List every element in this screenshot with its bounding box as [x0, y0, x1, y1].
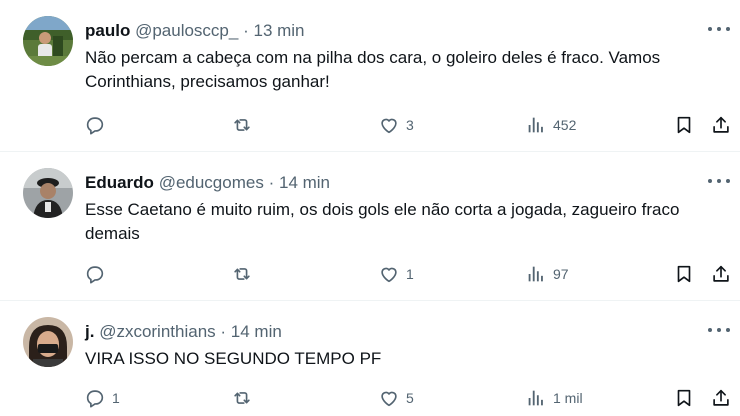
reply-icon [86, 390, 104, 408]
bookmark-button[interactable] [673, 383, 695, 413]
tweet-header: Eduardo @educgomes · 14 min [85, 172, 330, 194]
action-bar: 1 97 [0, 259, 740, 289]
reply-tweet-eduardo[interactable]: Eduardo @educgomes · 14 min Esse Caetano… [0, 152, 740, 301]
like-count: 3 [406, 117, 414, 133]
tweet-text: VIRA ISSO NO SEGUNDO TEMPO PF [85, 349, 382, 368]
bookmark-icon [677, 116, 691, 134]
display-name[interactable]: paulo [85, 21, 130, 40]
reply-icon [86, 117, 104, 135]
views-button[interactable]: 1 mil [525, 383, 583, 413]
user-handle[interactable]: @paulosccp_ [135, 21, 238, 40]
like-button[interactable]: 5 [378, 383, 414, 413]
more-icon[interactable] [708, 174, 730, 188]
tweet-header: j. @zxcorinthians · 14 min [85, 321, 282, 343]
display-name[interactable]: j. [85, 322, 94, 341]
separator-dot: · [220, 322, 227, 341]
views-count: 97 [553, 266, 569, 282]
action-bar: 3 452 [0, 110, 740, 140]
share-button[interactable] [710, 110, 732, 140]
heart-icon [381, 118, 397, 134]
reply-button[interactable] [84, 110, 112, 140]
retweet-icon [234, 268, 250, 280]
retweet-icon [234, 119, 250, 131]
more-icon[interactable] [708, 323, 730, 337]
tweet-header: paulo @paulosccp_ · 13 min [85, 20, 305, 42]
like-button[interactable]: 3 [378, 110, 414, 140]
views-icon [528, 390, 543, 406]
user-handle[interactable]: @zxcorinthians [99, 322, 215, 341]
share-button[interactable] [710, 259, 732, 289]
share-button[interactable] [710, 383, 732, 413]
share-icon [713, 116, 729, 133]
user-handle[interactable]: @educgomes [159, 173, 264, 192]
bookmark-button[interactable] [673, 259, 695, 289]
like-count: 1 [406, 266, 414, 282]
views-icon [528, 266, 543, 282]
views-count: 452 [553, 117, 577, 133]
views-count: 1 mil [553, 390, 583, 406]
like-count: 5 [406, 390, 414, 406]
tweet-text: Esse Caetano é muito ruim, os dois gols … [85, 200, 680, 243]
timestamp[interactable]: 14 min [231, 322, 282, 341]
views-button[interactable]: 452 [525, 110, 576, 140]
separator-dot: · [268, 173, 275, 192]
share-icon [713, 265, 729, 282]
bookmark-icon [677, 389, 691, 407]
heart-icon [381, 267, 397, 283]
more-icon[interactable] [708, 22, 730, 36]
retweet-button[interactable] [231, 259, 253, 289]
views-icon [528, 117, 543, 133]
reply-count: 1 [112, 390, 120, 406]
bookmark-icon [677, 265, 691, 283]
views-button[interactable]: 97 [525, 259, 569, 289]
share-icon [713, 389, 729, 406]
retweet-icon [234, 392, 250, 404]
avatar[interactable] [23, 168, 73, 218]
reply-tweet-j[interactable]: j. @zxcorinthians · 14 min VIRA ISSO NO … [0, 301, 740, 416]
display-name[interactable]: Eduardo [85, 173, 154, 192]
avatar[interactable] [23, 16, 73, 66]
avatar[interactable] [23, 317, 73, 367]
bookmark-button[interactable] [673, 110, 695, 140]
action-bar: 1 5 1 mil [0, 383, 740, 413]
heart-icon [381, 391, 397, 407]
timestamp[interactable]: 13 min [253, 21, 304, 40]
reply-tweet-paulo[interactable]: paulo @paulosccp_ · 13 min Não percam a … [0, 0, 740, 152]
reply-button[interactable]: 1 [84, 383, 120, 413]
retweet-button[interactable] [231, 383, 253, 413]
like-button[interactable]: 1 [378, 259, 414, 289]
timestamp[interactable]: 14 min [279, 173, 330, 192]
reply-icon [86, 266, 104, 284]
tweet-text: Não percam a cabeça com na pilha dos car… [85, 48, 661, 91]
retweet-button[interactable] [231, 110, 253, 140]
reply-button[interactable] [84, 259, 112, 289]
separator-dot: · [243, 21, 249, 40]
